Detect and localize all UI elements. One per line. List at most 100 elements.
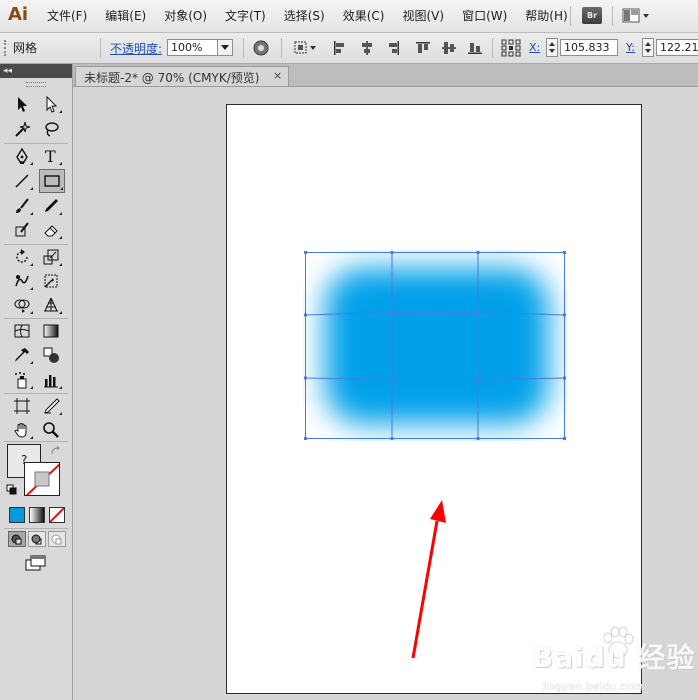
main-menu: 文件(F) 编辑(E) 对象(O) 文字(T) 选择(S) 效果(C) 视图(V… — [38, 0, 577, 32]
lasso-tool-icon[interactable] — [39, 118, 63, 140]
menu-effect[interactable]: 效果(C) — [334, 0, 394, 32]
scale-tool-icon[interactable] — [39, 246, 63, 268]
menubar-divider — [612, 6, 613, 26]
x-label[interactable]: X: — [529, 41, 540, 54]
tools-divider — [4, 528, 68, 529]
perspective-grid-tool-icon[interactable] — [39, 294, 63, 316]
controlbar-divider — [243, 38, 244, 58]
slice-tool-icon[interactable] — [39, 395, 63, 417]
warp-tool-icon[interactable] — [10, 270, 34, 292]
menu-object[interactable]: 对象(O) — [155, 0, 216, 32]
menu-view[interactable]: 视图(V) — [393, 0, 453, 32]
stroke-swatch[interactable] — [24, 462, 60, 496]
artboard-tool-icon[interactable] — [10, 395, 34, 417]
paintbrush-tool-icon[interactable] — [10, 195, 34, 217]
draw-inside-icon[interactable] — [48, 531, 66, 547]
panel-grip[interactable] — [26, 82, 46, 87]
shape-builder-tool-icon[interactable] — [10, 294, 34, 316]
align-left-icon[interactable] — [331, 39, 349, 57]
column-graph-tool-icon[interactable] — [39, 369, 63, 391]
menu-select[interactable]: 选择(S) — [275, 0, 334, 32]
workspace-switcher-icon[interactable] — [622, 8, 652, 24]
direct-selection-tool-icon[interactable] — [39, 93, 63, 115]
tools-divider — [4, 143, 68, 144]
selection-tool-icon[interactable] — [10, 93, 34, 115]
zoom-tool-icon[interactable] — [39, 419, 63, 441]
align-bottom-icon[interactable] — [466, 39, 484, 57]
gradient-tool-icon[interactable] — [39, 320, 63, 342]
opacity-label[interactable]: 不透明度: — [110, 40, 162, 57]
menu-help[interactable]: 帮助(H) — [516, 0, 576, 32]
tools-divider — [4, 393, 68, 394]
control-bar: 网格 不透明度: 100% X: 105.833 Y: 122.21 — [0, 33, 698, 64]
align-horizontal-center-icon[interactable] — [358, 39, 376, 57]
y-label[interactable]: Y: — [626, 41, 635, 54]
reference-point-icon[interactable] — [501, 39, 521, 57]
y-stepper[interactable] — [642, 38, 654, 57]
align-vertical-center-icon[interactable] — [440, 39, 458, 57]
draw-normal-icon[interactable] — [8, 531, 26, 547]
default-colors-icon[interactable] — [6, 484, 18, 496]
align-to-selection-icon[interactable] — [292, 39, 318, 57]
menubar-divider — [570, 6, 571, 26]
menu-edit[interactable]: 编辑(E) — [96, 0, 155, 32]
menu-file[interactable]: 文件(F) — [38, 0, 96, 32]
close-icon[interactable]: × — [273, 69, 282, 82]
gradient-mesh-object[interactable] — [303, 250, 567, 441]
document-tab-title: 未标题-2* @ 70% (CMYK/预览) — [84, 71, 260, 85]
canvas[interactable]: Baidu 经验 jingyan.baidu.com — [73, 87, 698, 700]
blob-brush-tool-icon[interactable] — [10, 219, 34, 241]
blend-tool-icon[interactable] — [39, 344, 63, 366]
hand-tool-icon[interactable] — [10, 419, 34, 441]
tools-divider — [4, 318, 68, 319]
tools-panel: ◂◂ T ? — [0, 64, 73, 700]
draw-behind-icon[interactable] — [28, 531, 46, 547]
rotate-tool-icon[interactable] — [10, 246, 34, 268]
controlbar-divider — [492, 38, 493, 58]
watermark-text: Baidu 经验 — [532, 641, 696, 674]
menu-window[interactable]: 窗口(W) — [453, 0, 516, 32]
chevron-down-icon[interactable] — [217, 40, 232, 55]
type-tool-icon[interactable]: T — [39, 145, 63, 167]
pencil-tool-icon[interactable] — [39, 195, 63, 217]
rectangle-tool-icon[interactable] — [39, 169, 65, 193]
document-tab-bar: 未标题-2* @ 70% (CMYK/预览) × — [73, 64, 698, 87]
eyedropper-tool-icon[interactable] — [10, 344, 34, 366]
watermark: Baidu 经验 jingyan.baidu.com — [528, 622, 698, 700]
symbol-sprayer-tool-icon[interactable] — [10, 369, 34, 391]
color-mode-button[interactable] — [9, 507, 25, 523]
controlbar-divider — [100, 38, 101, 58]
tools-divider — [4, 441, 68, 442]
opacity-select[interactable]: 100% — [167, 39, 233, 56]
mesh-blue-fill — [325, 268, 549, 424]
align-top-icon[interactable] — [414, 39, 432, 57]
magic-wand-tool-icon[interactable] — [10, 118, 34, 140]
eraser-tool-icon[interactable] — [39, 219, 63, 241]
selection-type-label: 网格 — [13, 41, 38, 55]
gradient-mode-button[interactable] — [29, 507, 45, 523]
menu-bar: Ai 文件(F) 编辑(E) 对象(O) 文字(T) 选择(S) 效果(C) 视… — [0, 0, 698, 33]
y-input[interactable]: 122.21 — [656, 39, 698, 56]
x-input[interactable]: 105.833 — [560, 39, 618, 56]
pen-tool-icon[interactable] — [10, 145, 34, 167]
line-segment-tool-icon[interactable] — [10, 170, 34, 192]
free-transform-tool-icon[interactable] — [39, 270, 63, 292]
mesh-tool-icon[interactable] — [10, 320, 34, 342]
x-stepper[interactable] — [546, 38, 558, 57]
controlbar-divider — [281, 38, 282, 58]
collapse-icon[interactable]: ◂◂ — [3, 65, 12, 77]
tools-divider — [4, 244, 68, 245]
recolor-artwork-icon[interactable] — [252, 39, 270, 57]
panel-grip[interactable] — [4, 40, 8, 56]
menu-type[interactable]: 文字(T) — [216, 0, 275, 32]
svg-text:T: T — [45, 147, 56, 165]
document-tab[interactable]: 未标题-2* @ 70% (CMYK/预览) × — [75, 66, 289, 86]
screen-mode-icon[interactable] — [24, 554, 48, 572]
opacity-value: 100% — [171, 41, 203, 54]
bridge-button[interactable]: Br — [582, 7, 602, 24]
tools-panel-header[interactable]: ◂◂ — [0, 64, 72, 78]
app-logo: Ai — [8, 4, 29, 25]
swap-fill-stroke-icon[interactable] — [50, 445, 62, 457]
align-right-icon[interactable] — [384, 39, 402, 57]
none-mode-button[interactable] — [49, 507, 65, 523]
